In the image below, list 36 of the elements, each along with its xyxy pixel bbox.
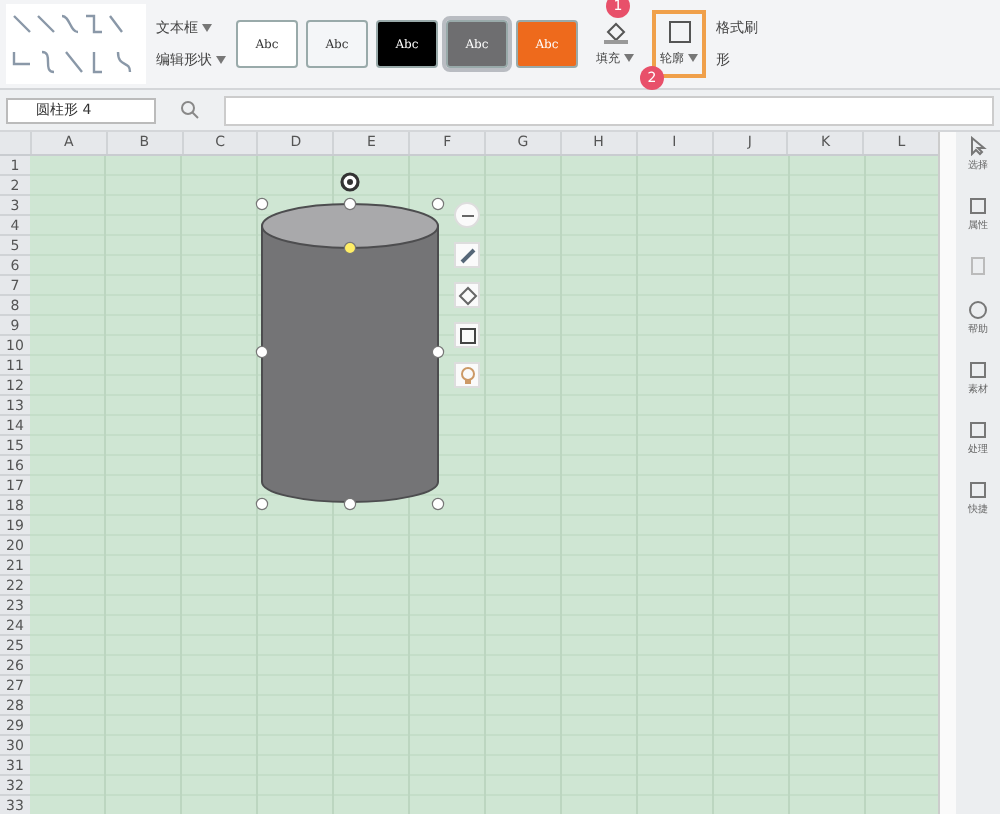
cylinder-shape[interactable] bbox=[261, 203, 439, 503]
tool-icon[interactable] bbox=[968, 196, 989, 216]
fill-button[interactable] bbox=[454, 282, 480, 308]
resize-handle[interactable] bbox=[431, 197, 445, 211]
resize-handle[interactable] bbox=[255, 497, 269, 511]
question-icon[interactable] bbox=[968, 300, 989, 320]
outline-button[interactable] bbox=[454, 322, 480, 348]
bucket-icon bbox=[457, 285, 477, 305]
resize-handle[interactable] bbox=[255, 345, 269, 359]
line-style-gallery[interactable] bbox=[6, 4, 146, 84]
scrollbar[interactable] bbox=[938, 132, 957, 814]
bulb-icon bbox=[457, 365, 477, 385]
pen-icon bbox=[457, 245, 477, 265]
resize-handle[interactable] bbox=[343, 197, 357, 211]
resize-handle[interactable] bbox=[343, 497, 357, 511]
tool-icon[interactable] bbox=[968, 480, 989, 500]
square-icon bbox=[457, 325, 477, 345]
bucket-icon bbox=[601, 20, 629, 44]
adjust-handle[interactable] bbox=[343, 241, 357, 255]
caret-icon bbox=[202, 24, 212, 33]
tool-icon[interactable] bbox=[968, 360, 989, 380]
style-button[interactable] bbox=[454, 242, 480, 268]
cursor-icon[interactable] bbox=[968, 136, 989, 156]
rotate-handle[interactable] bbox=[340, 172, 360, 192]
effects-button[interactable] bbox=[454, 362, 480, 388]
formula-field[interactable] bbox=[224, 95, 994, 125]
caret-icon bbox=[216, 56, 226, 65]
cell-grid[interactable] bbox=[30, 156, 939, 814]
resize-handle[interactable] bbox=[431, 497, 445, 511]
caret-icon bbox=[688, 54, 698, 63]
square-icon bbox=[665, 20, 693, 44]
tool-icon[interactable] bbox=[968, 420, 989, 440]
resize-handle[interactable] bbox=[431, 345, 445, 359]
caret-icon bbox=[624, 54, 634, 63]
resize-handle[interactable] bbox=[255, 197, 269, 211]
zoom-icon[interactable] bbox=[180, 100, 200, 120]
